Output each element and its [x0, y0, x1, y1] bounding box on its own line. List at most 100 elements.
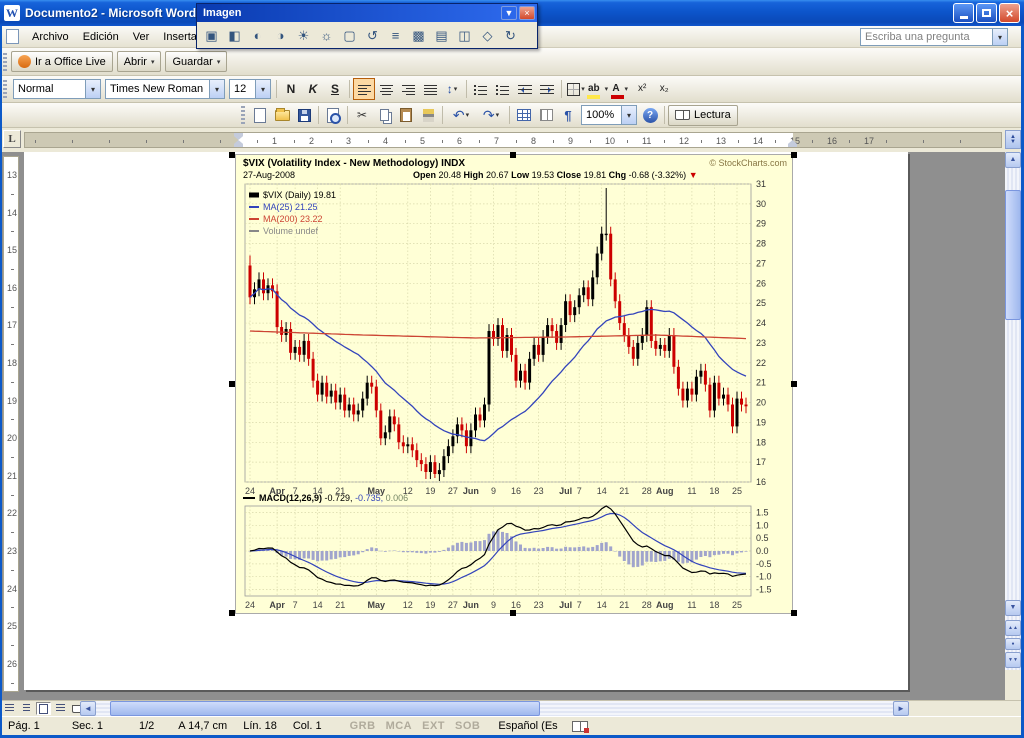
more-brightness-button[interactable]: ☀ [292, 24, 315, 46]
insert-picture-button[interactable]: ▣ [200, 24, 223, 46]
rotate-left-button[interactable]: ↺ [361, 24, 384, 46]
color-button[interactable]: ◧ [223, 24, 246, 46]
scroll-right-button[interactable]: ► [893, 701, 909, 716]
resize-handle-top-center[interactable] [510, 152, 516, 158]
font-color-button[interactable]: A ▾ [609, 78, 631, 100]
document-page[interactable]: $VIX (Volatility Index - New Methodology… [24, 152, 908, 690]
compress-pictures-button[interactable]: ▩ [407, 24, 430, 46]
bold-button[interactable]: N [280, 78, 302, 100]
vertical-scrollbar[interactable]: ▲ ▼ ▲▲ ● ▼▼ [1005, 152, 1021, 700]
set-transparent-color-button[interactable]: ◇ [476, 24, 499, 46]
style-combo[interactable]: Normal ▾ [13, 79, 101, 99]
insert-table-button[interactable] [513, 104, 535, 126]
subscript-button[interactable]: x₂ [653, 78, 675, 100]
office-live-button[interactable]: Ir a Office Live [11, 51, 113, 72]
superscript-button[interactable]: x² [631, 78, 653, 100]
restore-button[interactable] [976, 3, 997, 23]
toolbar-grip[interactable] [3, 53, 7, 71]
save-button[interactable] [293, 104, 315, 126]
menu-edicion[interactable]: Edición [76, 28, 126, 46]
resize-handle-middle-right[interactable] [791, 381, 797, 387]
print-layout-view-button[interactable] [36, 702, 51, 715]
toolbar-options-icon[interactable]: ▼ [501, 6, 517, 20]
resize-handle-bottom-right[interactable] [791, 610, 797, 616]
menu-ver[interactable]: Ver [126, 28, 157, 46]
close-button[interactable]: × [999, 3, 1020, 23]
open-button[interactable] [271, 104, 293, 126]
status-mode-sob[interactable]: SOB [455, 720, 480, 732]
increase-indent-button[interactable] [536, 78, 558, 100]
tab-selector[interactable]: L [3, 130, 21, 148]
align-center-button[interactable] [375, 78, 397, 100]
scroll-left-button[interactable]: ◄ [80, 701, 96, 716]
vix-chart-image[interactable]: $VIX (Volatility Index - New Methodology… [235, 154, 793, 614]
font-combo[interactable]: Times New Roman ▾ [105, 79, 225, 99]
copy-button[interactable] [373, 104, 395, 126]
select-browse-object-button[interactable]: ● [1005, 638, 1021, 650]
font-size-combo[interactable]: 12 ▾ [229, 79, 271, 99]
chevron-down-icon[interactable]: ▾ [992, 29, 1007, 45]
chevron-down-icon[interactable]: ▾ [85, 80, 100, 98]
toolbar-grip[interactable] [3, 80, 7, 98]
justify-button[interactable] [419, 78, 441, 100]
format-picture-button[interactable]: ◫ [453, 24, 476, 46]
imagen-floating-toolbar[interactable]: Imagen ▼ × ▣ ◧ ◐ ◑ ☀ ☼ ▢ ↺ ≡ ▩ ▤ ◫ ◇ ↻ [196, 3, 538, 49]
undo-button[interactable]: ↶ ▾ [446, 104, 476, 126]
normal-view-button[interactable] [2, 702, 17, 715]
bullets-button[interactable] [492, 78, 514, 100]
line-style-button[interactable]: ≡ [384, 24, 407, 46]
italic-button[interactable]: K [302, 78, 324, 100]
outline-view-button[interactable] [53, 702, 68, 715]
decrease-indent-button[interactable] [514, 78, 536, 100]
lectura-button[interactable]: Lectura [668, 105, 738, 126]
scroll-down-button[interactable]: ▼ [1005, 600, 1021, 616]
reset-picture-button[interactable]: ↻ [499, 24, 522, 46]
horizontal-scroll-thumb[interactable] [110, 701, 540, 716]
imagen-titlebar[interactable]: Imagen ▼ × [197, 4, 537, 22]
align-left-button[interactable] [353, 78, 375, 100]
paste-button[interactable] [395, 104, 417, 126]
browse-previous-button[interactable]: ▲▲ [1005, 620, 1021, 636]
resize-handle-middle-left[interactable] [229, 381, 235, 387]
new-document-button[interactable] [249, 104, 271, 126]
more-contrast-button[interactable]: ◐ [246, 24, 269, 46]
abrir-button[interactable]: Abrir ▾ [117, 51, 162, 72]
vertical-ruler[interactable]: 1314151617181920212223242526 [3, 156, 19, 692]
horizontal-scrollbar[interactable]: ◄ ► [80, 701, 909, 717]
help-button[interactable]: ? [639, 104, 661, 126]
columns-button[interactable] [535, 104, 557, 126]
chevron-down-icon[interactable]: ▾ [621, 106, 636, 124]
format-painter-button[interactable] [417, 104, 439, 126]
toolbar-grip[interactable] [241, 106, 245, 124]
redo-button[interactable]: ↷ ▾ [476, 104, 506, 126]
scroll-up-button[interactable]: ▲ [1005, 152, 1021, 168]
chevron-down-icon[interactable]: ▾ [255, 80, 270, 98]
horizontal-ruler[interactable]: 1234567891011121314151617 [24, 132, 1002, 148]
minimize-button[interactable] [953, 3, 974, 23]
print-preview-button[interactable] [322, 104, 344, 126]
status-mode-grb[interactable]: GRB [350, 720, 376, 732]
ask-question-box[interactable]: Escriba una pregunta ▾ [860, 28, 1008, 46]
browse-next-button[interactable]: ▼▼ [1005, 652, 1021, 668]
status-mode-mca[interactable]: MCA [386, 720, 413, 732]
imagen-close-button[interactable]: × [519, 6, 535, 20]
highlight-button[interactable]: ab ▾ [587, 78, 609, 100]
guardar-button[interactable]: Guardar ▾ [165, 51, 227, 72]
cut-button[interactable]: ✂ [351, 104, 373, 126]
web-layout-view-button[interactable] [19, 702, 34, 715]
underline-button[interactable]: S [324, 78, 346, 100]
resize-handle-bottom-center[interactable] [510, 610, 516, 616]
resize-handle-bottom-left[interactable] [229, 610, 235, 616]
line-spacing-button[interactable]: ↕ ▾ [441, 78, 463, 100]
resize-handle-top-left[interactable] [229, 152, 235, 158]
crop-button[interactable]: ▢ [338, 24, 361, 46]
status-mode-ext[interactable]: EXT [422, 720, 445, 732]
zoom-combo[interactable]: 100% ▾ [581, 105, 637, 125]
show-hide-button[interactable]: ¶ [557, 104, 579, 126]
less-brightness-button[interactable]: ☼ [315, 24, 338, 46]
border-button[interactable]: ▾ [565, 78, 587, 100]
menu-archivo[interactable]: Archivo [25, 28, 76, 46]
resize-handle-top-right[interactable] [791, 152, 797, 158]
split-handle[interactable]: ▲▼ [1005, 130, 1021, 149]
less-contrast-button[interactable]: ◑ [269, 24, 292, 46]
